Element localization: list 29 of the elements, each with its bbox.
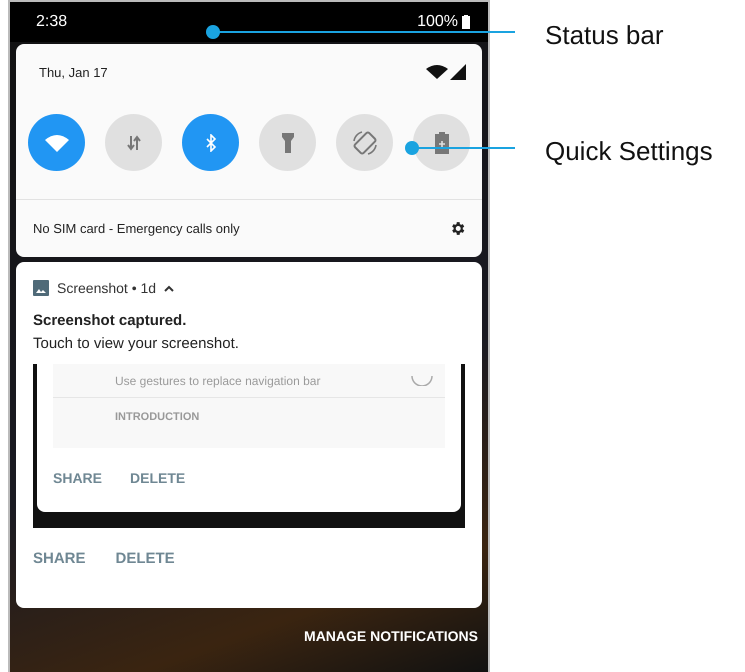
flashlight-icon xyxy=(282,132,294,152)
rotate-icon xyxy=(350,128,378,156)
wifi-and-signal-icon xyxy=(426,64,466,80)
manage-notifications-button[interactable]: MANAGE NOTIFICATIONS xyxy=(304,628,478,644)
screenshot-preview[interactable]: Use gestures to replace navigation bar INTRODUCTION SHARE DELETE xyxy=(33,364,465,528)
battery-saver-icon xyxy=(434,132,448,154)
data-arrows-icon xyxy=(126,134,142,152)
settings-icon[interactable] xyxy=(449,220,466,237)
collapse-caret-icon[interactable] xyxy=(164,284,174,292)
image-icon xyxy=(33,280,49,296)
callout-label: Quick Settings xyxy=(545,136,713,167)
notification-card[interactable]: Screenshot • 1d Screenshot captured. Touch to view your screenshot. Use gestures to replace navigation bar INTRODUCTION SHARE DELETE SHARE DELETE xyxy=(16,262,482,608)
notification-title: Screenshot captured. xyxy=(33,312,188,329)
callout-label: Status bar xyxy=(545,20,665,51)
preview-section-heading: INTRODUCTION xyxy=(114,410,200,423)
sim-status-text: No SIM card - Emergency calls only xyxy=(33,221,240,236)
battery-icon xyxy=(462,15,470,29)
delete-button[interactable]: DELETE xyxy=(116,550,175,567)
date-text: Thu, Jan 17 xyxy=(39,64,108,80)
preview-action-text: SHARE xyxy=(53,470,102,486)
battery-percentage: 100% xyxy=(417,13,458,31)
preview-setting-text: Use gestures to replace navigation bar xyxy=(115,374,320,388)
clock-time: 2:38 xyxy=(36,13,68,31)
notification-body: Touch to view your screenshot. xyxy=(33,335,240,352)
share-button[interactable]: SHARE xyxy=(33,550,86,567)
preview-action-text: DELETE xyxy=(130,470,186,486)
bluetooth-icon xyxy=(204,134,216,152)
app-name-and-time: Screenshot • 1d xyxy=(57,280,156,296)
wifi-icon xyxy=(44,134,68,152)
